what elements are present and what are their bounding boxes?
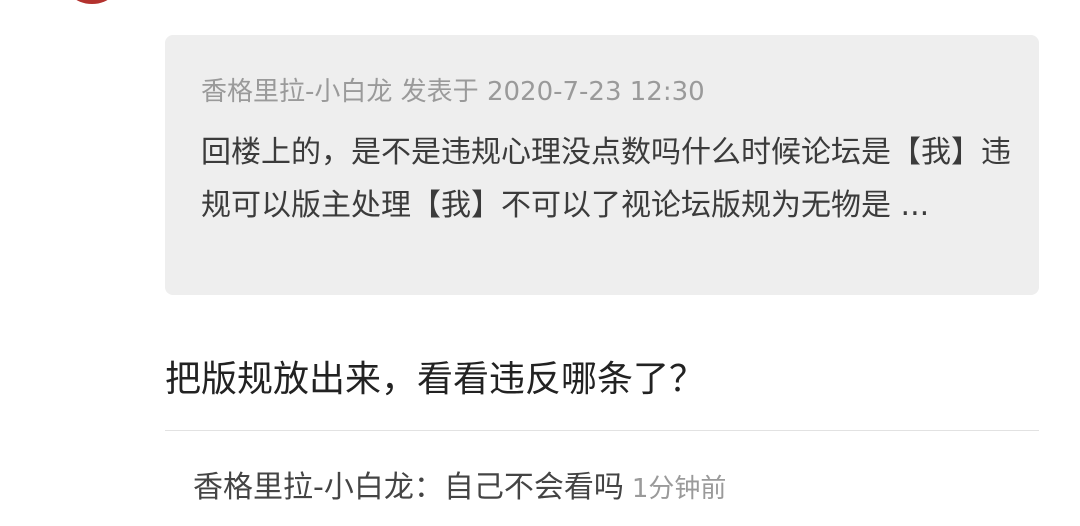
- quote-text: 回楼上的，是不是违规心理没点数吗什么时候论坛是【我】违规可以版主处理【我】不可以…: [201, 135, 1011, 223]
- sub-comment-text: 自己不会看吗: [443, 470, 624, 505]
- quote-datetime: 2020-7-23 12:30: [486, 77, 705, 107]
- sub-comment-separator: ：: [413, 470, 444, 505]
- user-avatar[interactable]: [60, 0, 124, 4]
- quoted-post[interactable]: 香格里拉-小白龙 发表于 2020-7-23 12:30 回楼上的，是不是违规心…: [165, 35, 1039, 295]
- sub-comment-author[interactable]: 香格里拉-小白龙: [193, 470, 414, 505]
- quote-posted-label: 发表于: [400, 77, 479, 107]
- quote-meta: 香格里拉-小白龙 发表于 2020-7-23 12:30: [201, 71, 705, 108]
- quote-author[interactable]: 香格里拉-小白龙: [201, 77, 392, 107]
- divider: [165, 430, 1039, 431]
- sub-comment-time: 1分钟前: [631, 474, 727, 504]
- sub-comment[interactable]: 香格里拉-小白龙：自己不会看吗 1分钟前: [193, 462, 726, 506]
- reply-text: 把版规放出来，看看违反哪条了？: [165, 359, 706, 400]
